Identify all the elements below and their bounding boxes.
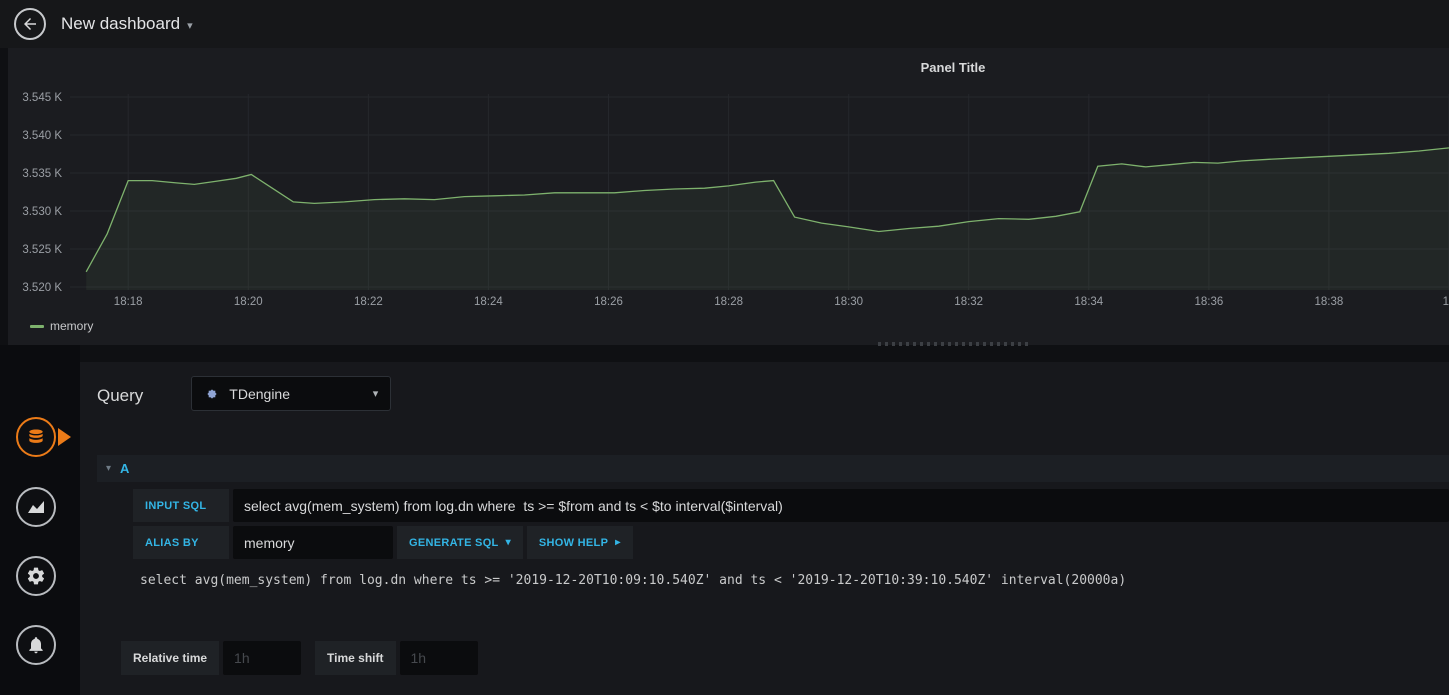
panel-title[interactable]: Panel Title (921, 60, 986, 75)
input-sql-row: INPUT SQL (133, 489, 1449, 522)
input-sql-label: INPUT SQL (133, 489, 229, 522)
svg-text:3.540 K: 3.540 K (22, 130, 62, 142)
alias-by-label: ALIAS BY (133, 526, 229, 559)
time-series-chart[interactable]: 3.520 K 3.525 K 3.530 K 3.535 K 3.540 K 3.545… (8, 88, 1449, 318)
svg-text:18:24: 18:24 (474, 296, 503, 308)
svg-text:18:28: 18:28 (714, 296, 743, 308)
svg-text:18:36: 18:36 (1195, 296, 1224, 308)
svg-text:3.525 K: 3.525 K (22, 244, 62, 256)
gear-icon (27, 567, 45, 585)
time-shift-label: Time shift (315, 641, 396, 675)
svg-text:3.535 K: 3.535 K (22, 168, 62, 180)
query-ref-id: A (120, 461, 130, 476)
graph-icon (28, 501, 44, 513)
bell-icon (29, 637, 43, 654)
svg-text:3.520 K: 3.520 K (22, 282, 62, 294)
dashboard-title: New dashboard (61, 14, 181, 33)
input-sql-field[interactable] (233, 489, 1449, 522)
grafana-app: New dashboard ▾ Panel Title 3.520 K 3.525… (0, 0, 1449, 695)
show-help-label: SHOW HELP (538, 536, 609, 549)
svg-text:18:22: 18:22 (354, 296, 383, 308)
chevron-down-icon: ▾ (372, 388, 379, 400)
query-editor-pane: Query TDengine ▾ ▾ A INPUT SQL ALIAS BY (80, 362, 1449, 695)
svg-text:18:20: 18:20 (234, 296, 263, 308)
arrow-left-icon (24, 18, 36, 30)
relative-time-input[interactable] (223, 641, 302, 675)
svg-text:3.545 K: 3.545 K (22, 92, 62, 104)
tab-visualization[interactable] (16, 487, 56, 527)
query-row-collapse[interactable]: ▾ A (97, 455, 1449, 482)
query-section-title: Query (97, 385, 144, 405)
legend-item-memory[interactable]: memory (50, 319, 93, 333)
svg-text:18:30: 18:30 (834, 296, 863, 308)
svg-text:3.530 K: 3.530 K (22, 206, 62, 218)
svg-text:18:34: 18:34 (1074, 296, 1103, 308)
svg-text:18:18: 18:18 (114, 296, 143, 308)
active-tab-arrow-icon (58, 428, 71, 446)
chevron-right-icon: ▸ (615, 537, 621, 548)
time-shift-input[interactable] (399, 641, 478, 675)
time-options-row: Relative time Time shift (121, 641, 478, 675)
query-header: Query TDengine ▾ (97, 376, 392, 411)
tab-alert[interactable] (16, 625, 56, 665)
chevron-down-icon: ▾ (106, 463, 112, 474)
chevron-down-icon: ▾ (505, 537, 511, 548)
chart-legend: memory (30, 319, 93, 333)
generate-sql-button[interactable]: GENERATE SQL ▾ (397, 526, 523, 559)
datasource-picker[interactable]: TDengine ▾ (191, 376, 392, 411)
show-help-button[interactable]: SHOW HELP ▸ (526, 526, 633, 559)
alias-by-field[interactable] (233, 526, 393, 559)
generate-sql-label: GENERATE SQL (409, 536, 499, 549)
generated-sql-preview: select avg(mem_system) from log.dn where… (140, 573, 1127, 588)
tab-queries[interactable] (16, 417, 56, 457)
svg-text:18:38: 18:38 (1315, 296, 1344, 308)
svg-text:18: 18 (1443, 296, 1449, 308)
database-icon (29, 429, 43, 443)
legend-color-swatch (30, 324, 44, 328)
back-button[interactable] (14, 8, 46, 40)
scroll-indicator[interactable] (878, 342, 1028, 346)
graph-panel: Panel Title 3.520 K 3.525 K 3.530 K 3.535 K… (8, 48, 1449, 345)
tab-general[interactable] (16, 556, 56, 596)
tdengine-logo-icon (207, 388, 217, 399)
top-navbar: New dashboard ▾ (0, 0, 1449, 48)
dashboard-title-dropdown[interactable]: New dashboard ▾ (61, 14, 193, 34)
svg-text:18:32: 18:32 (954, 296, 983, 308)
datasource-name: TDengine (229, 385, 290, 402)
svg-text:18:26: 18:26 (594, 296, 623, 308)
alias-by-row: ALIAS BY GENERATE SQL ▾ SHOW HELP ▸ (133, 526, 1449, 559)
chevron-down-icon: ▾ (187, 20, 193, 32)
relative-time-label: Relative time (121, 641, 220, 675)
